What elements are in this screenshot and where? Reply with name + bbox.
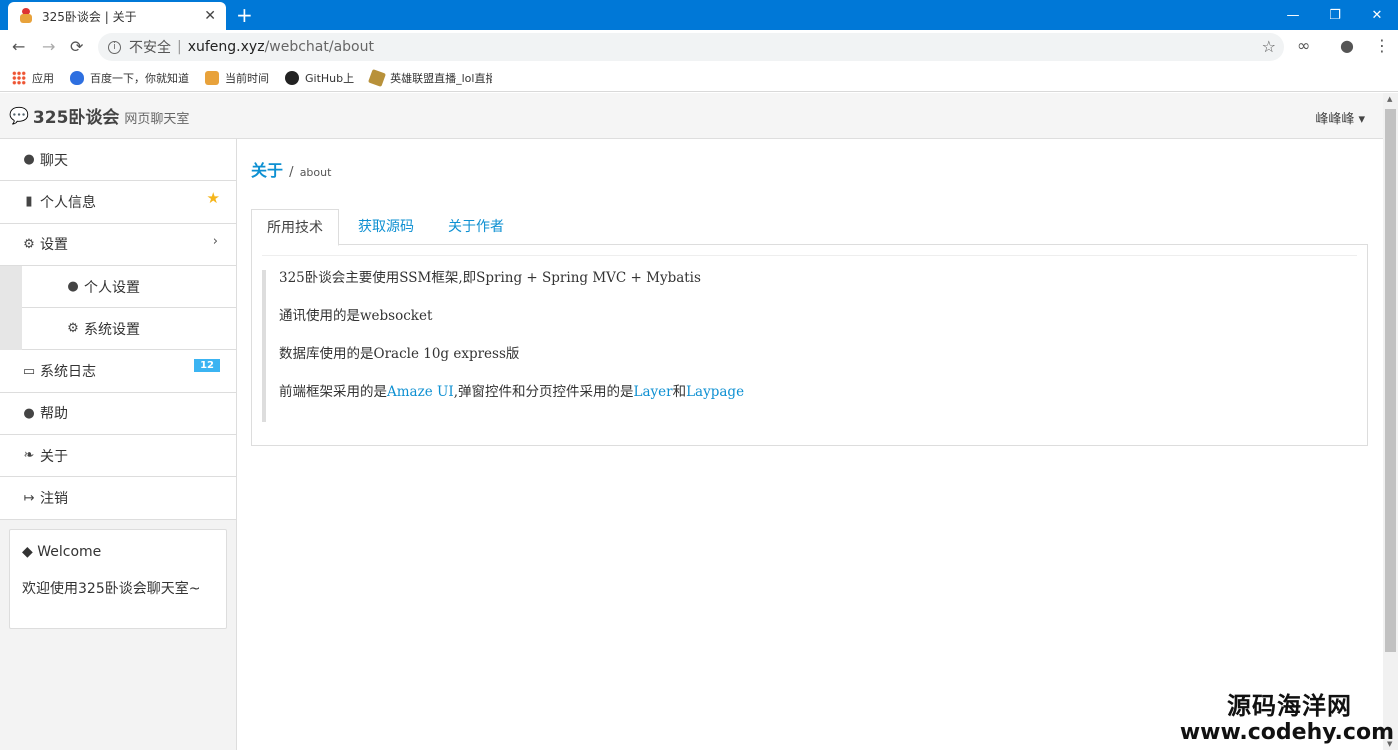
forward-button[interactable]: → [42, 37, 55, 56]
bookmark-star-icon[interactable]: ☆ [1262, 37, 1276, 56]
sign-out-icon: ↦ [23, 490, 35, 506]
inbox-icon: ▭ [22, 363, 36, 379]
browser-toolbar: ← → ⟳ i 不安全 | xufeng.xyz /webchat/about … [0, 30, 1398, 64]
log-count-badge: 12 [194, 359, 220, 373]
sidebar-item-system-log[interactable]: ▭ 系统日志 12 [0, 350, 236, 393]
address-path: /webchat/about [264, 39, 374, 55]
menu-icon[interactable]: ⋮ [1374, 36, 1390, 55]
fox-icon [205, 70, 219, 85]
address-bar[interactable]: i 不安全 | xufeng.xyz /webchat/about ☆ [98, 33, 1284, 61]
tab-author[interactable]: 关于作者 [433, 209, 519, 245]
sidebar-item-system-settings[interactable]: ⚙ 系统设置 [22, 308, 236, 351]
tab-tech[interactable]: 所用技术 [251, 209, 339, 246]
tech-line-websocket: 通讯使用的是websocket [279, 308, 433, 324]
extension-icon[interactable]: ∞ [1297, 36, 1310, 55]
back-button[interactable]: ← [12, 37, 25, 56]
welcome-panel: ◆ Welcome 欢迎使用325卧谈会聊天室~ [9, 529, 227, 629]
sidebar-item-logout[interactable]: ↦ 注销 [0, 477, 236, 520]
browser-titlebar: 325卧谈会 | 关于 ✕ + — ❐ ✕ [0, 0, 1398, 30]
sidebar-item-about[interactable]: ❧ 关于 [0, 435, 236, 478]
minimize-button[interactable]: — [1272, 0, 1314, 30]
tech-line-framework: 325卧谈会主要使用SSM框架,即Spring + Spring MVC + M… [279, 270, 701, 286]
github-icon [285, 70, 299, 85]
scrollbar-thumb[interactable] [1385, 109, 1396, 652]
sidebar-item-settings[interactable]: ⚙ 设置 › [0, 223, 236, 266]
tab-panel: 325卧谈会主要使用SSM框架,即Spring + Spring MVC + M… [251, 245, 1368, 446]
layer-link[interactable]: Layer [634, 384, 673, 400]
watermark-line1: 源码海洋网 [1227, 692, 1352, 720]
tab-bar: 所用技术 获取源码 关于作者 [251, 209, 1368, 246]
main-content: 关于 / about 所用技术 获取源码 关于作者 325卧谈会主要使用SSM框… [237, 139, 1383, 750]
tab-close-icon[interactable]: ✕ [204, 8, 216, 24]
apps-icon [12, 70, 26, 85]
comment-icon: ● [23, 152, 35, 168]
amaze-ui-link[interactable]: Amaze UI [387, 384, 454, 400]
cog-icon: ⚙ [67, 321, 79, 337]
insecure-label: 不安全 [129, 40, 171, 56]
page-subtitle: about [299, 166, 332, 179]
laypage-link[interactable]: Laypage [686, 384, 744, 400]
book-icon: ▮ [25, 194, 33, 210]
watermark: 源码海洋网 www.codehy.com [1180, 692, 1394, 746]
welcome-body: 欢迎使用325卧谈会聊天室~ [22, 581, 201, 597]
tab-title: 325卧谈会 | 关于 [42, 9, 137, 24]
sidebar: ● 聊天 ▮ 个人信息 ★ ⚙ 设置 › ● 个人设置 ⚙ 系统设置 ▭ 系统日… [0, 139, 237, 750]
globe-icon: ● [23, 405, 35, 421]
bookmark-lol[interactable]: 英雄联盟直播_lol直播 [368, 68, 492, 87]
sidebar-item-profile[interactable]: ▮ 个人信息 ★ [0, 181, 236, 224]
close-window-button[interactable]: ✕ [1356, 0, 1398, 30]
address-host: xufeng.xyz [187, 39, 265, 55]
sidebar-item-personal-settings[interactable]: ● 个人设置 [22, 265, 236, 309]
wechat-icon: 💬 [9, 106, 29, 125]
tab-source[interactable]: 获取源码 [343, 209, 429, 245]
reload-button[interactable]: ⟳ [70, 37, 83, 56]
brand-subtitle: 网页聊天室 [124, 111, 190, 127]
tech-line-frontend: 前端框架采用的是Amaze UI,弹窗控件和分页控件采用的是Layer和Layp… [279, 384, 745, 400]
welcome-title: ◆ Welcome [22, 544, 102, 560]
site-favicon-icon [18, 8, 34, 24]
chevron-right-icon: › [212, 233, 218, 249]
bookmark-time[interactable]: 当前时间 [205, 70, 269, 86]
tag-icon: ◆ [22, 544, 33, 560]
bookmark-github[interactable]: GitHub上 [285, 70, 354, 86]
address-separator: | [177, 39, 182, 55]
brand-title[interactable]: 325卧谈会 [33, 103, 120, 128]
bookmark-baidu[interactable]: 百度一下，你就知道 [70, 70, 189, 86]
leaf-icon: ❧ [23, 448, 35, 464]
new-tab-button[interactable]: + [236, 3, 253, 27]
users-icon: ● [67, 279, 79, 295]
watermark-line2: www.codehy.com [1179, 720, 1394, 745]
app-header: 💬 325卧谈会 网页聊天室 峰峰峰 ▾ [0, 93, 1383, 139]
profile-icon[interactable]: ● [1340, 36, 1354, 55]
lol-icon [368, 68, 387, 87]
star-icon: ★ [206, 189, 220, 208]
user-dropdown[interactable]: 峰峰峰 ▾ [1315, 108, 1365, 127]
page-scrollbar[interactable]: ▲ ▼ [1383, 93, 1398, 750]
divider [262, 255, 1357, 256]
tech-line-database: 数据库使用的是Oracle 10g express版 [279, 346, 520, 362]
bookmarks-bar: 应用 百度一下，你就知道 当前时间 GitHub上 英雄联盟直播_lol直播 [0, 64, 1398, 92]
page-title: 关于 [251, 161, 284, 180]
baidu-icon [70, 70, 84, 85]
info-icon[interactable]: i [108, 40, 121, 54]
tech-blockquote: 325卧谈会主要使用SSM框架,即Spring + Spring MVC + M… [262, 270, 1357, 422]
restore-button[interactable]: ❐ [1314, 0, 1356, 30]
breadcrumb: 关于 / about [251, 161, 332, 180]
window-controls: — ❐ ✕ [1272, 0, 1398, 30]
settings-submenu: ● 个人设置 ⚙ 系统设置 [0, 265, 236, 351]
cogs-icon: ⚙ [23, 236, 35, 252]
browser-tab[interactable]: 325卧谈会 | 关于 ✕ [8, 2, 226, 30]
scroll-up-icon[interactable]: ▲ [1387, 95, 1392, 103]
sidebar-item-help[interactable]: ● 帮助 [0, 392, 236, 436]
bookmark-apps[interactable]: 应用 [12, 70, 54, 86]
sidebar-item-chat[interactable]: ● 聊天 [0, 139, 236, 182]
